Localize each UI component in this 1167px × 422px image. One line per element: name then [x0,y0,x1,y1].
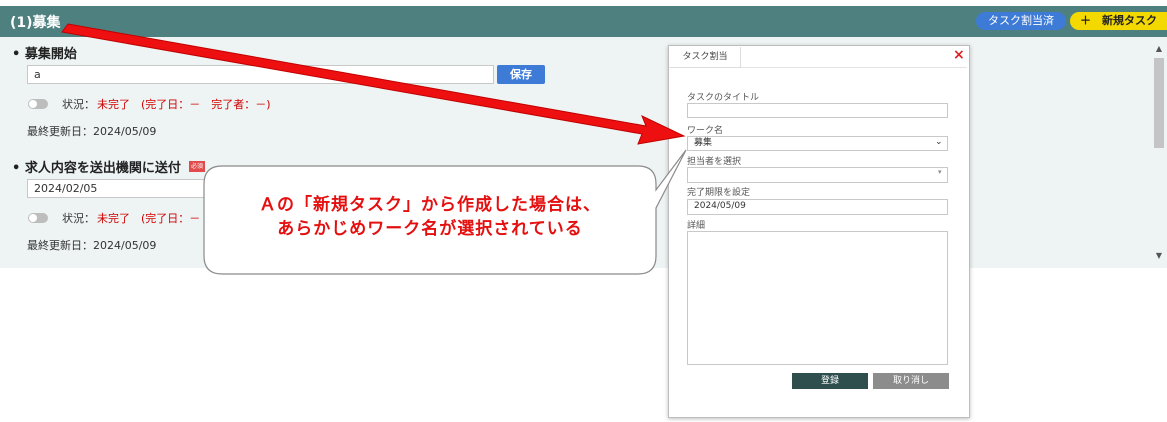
annotation-line: あらかじめワーク名が選択されている [277,219,583,239]
annotation-text: Ａの「新規タスク」から作成した場合は、 あらかじめワーク名が選択されている [210,193,650,241]
annotation-arrow [61,23,686,145]
annotation-line: Ａの「新規タスク」から作成した場合は、 [259,195,601,215]
